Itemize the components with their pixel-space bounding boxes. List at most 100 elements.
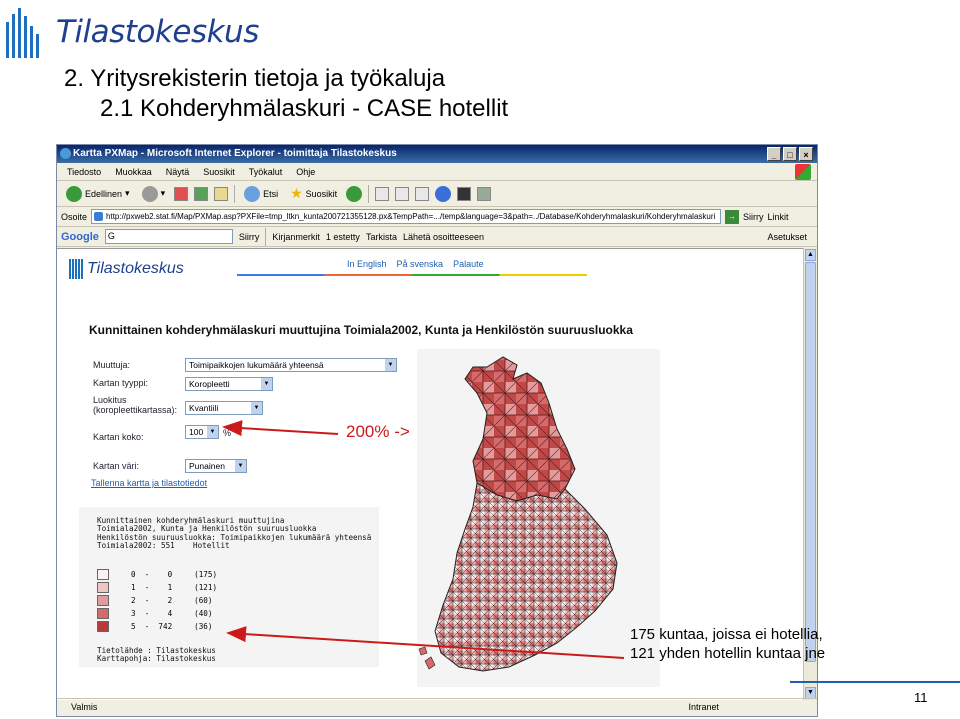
search-button[interactable]: Etsi (241, 184, 281, 204)
variable-select[interactable]: Toimipaikkojen lukumäärä yhteensä (185, 358, 397, 372)
language-links: In English På svenska Palaute (347, 259, 484, 269)
mail-icon[interactable] (375, 186, 390, 201)
legend-row: 2 - 2 (60) (79, 595, 212, 606)
legend-count: (60) (194, 596, 213, 605)
legend-swatch (97, 595, 109, 606)
messenger-icon[interactable] (435, 185, 452, 202)
go-icon[interactable]: → (725, 209, 740, 224)
favorites-button[interactable]: ★ Suosikit (287, 184, 340, 204)
legend-swatch (97, 569, 109, 580)
browser-toolbar: Edellinen ▾ ▾ Etsi ★ Suosikit (57, 181, 817, 207)
map-color-select[interactable]: Punainen (185, 459, 247, 473)
map-southern-finland (434, 482, 618, 672)
menu-item-file[interactable]: Tiedosto (67, 167, 101, 177)
google-bookmarks-button[interactable]: Kirjanmerkit (272, 232, 320, 242)
menu-item-tools[interactable]: Työkalut (249, 167, 283, 177)
map-color-label: Kartan väri: (93, 461, 140, 471)
stop-icon[interactable] (174, 186, 189, 201)
municipality-annotation-line2: 121 yhden hotellin kuntaa jne (630, 645, 826, 662)
address-label: Osoite (61, 211, 88, 222)
forward-button[interactable]: ▾ (139, 184, 169, 204)
forward-arrow-icon (141, 185, 158, 202)
save-map-link[interactable]: Tallenna kartta ja tilastotiedot (91, 478, 207, 488)
map-size-unit: % (223, 428, 232, 438)
spellcheck-button[interactable]: Tarkista (366, 232, 397, 242)
map-type-select[interactable]: Koropleetti (185, 377, 273, 391)
legend-row: 1 - 1 (121) (79, 582, 217, 593)
legend-range: 0 - 0 (131, 570, 173, 579)
slide-subtitle: 2.1 Kohderyhmälaskuri - CASE hotellit (100, 95, 509, 122)
google-search-input[interactable]: G (104, 229, 233, 244)
legend-range: 3 - 4 (131, 609, 173, 618)
map-northern-finland (464, 356, 576, 502)
municipality-annotation-line1: 175 kuntaa, joissa ei hotellia, (630, 626, 823, 643)
toolbar-separator (234, 184, 236, 203)
google-settings-button[interactable]: Asetukset (767, 232, 807, 242)
scroll-thumb[interactable] (805, 262, 816, 662)
send-to-button[interactable]: Lähetä osoitteeseen (403, 232, 484, 242)
research-icon[interactable] (457, 186, 472, 201)
go-button[interactable]: Siirry (743, 212, 764, 222)
legend-swatch (97, 621, 109, 632)
google-logo: Google (61, 230, 99, 243)
back-arrow-icon (66, 185, 82, 202)
brand-name: Tilastokeskus (56, 14, 259, 50)
menu-item-favorites[interactable]: Suosikit (203, 167, 235, 177)
finland-choropleth-map[interactable] (417, 349, 660, 687)
print-icon[interactable] (395, 186, 410, 201)
windows-flag-icon (795, 164, 811, 180)
edit-icon[interactable] (415, 186, 430, 201)
address-input[interactable]: http://pxweb2.stat.fi/Map/PXMap.asp?PXFi… (91, 209, 722, 224)
history-icon[interactable] (346, 185, 363, 202)
legend-range: 1 - 1 (131, 583, 173, 592)
page-heading: Kunnittainen kohderyhmälaskuri muuttujin… (89, 323, 633, 337)
scroll-up-icon[interactable]: ▲ (805, 249, 816, 261)
link-english[interactable]: In English (347, 259, 387, 269)
legend-count: (121) (194, 583, 218, 592)
maximize-button[interactable]: □ (783, 147, 797, 161)
window-title: Kartta PXMap - Microsoft Internet Explor… (73, 148, 397, 159)
map-size-select[interactable]: 100 (185, 425, 219, 439)
star-icon: ★ (290, 185, 303, 201)
refresh-icon[interactable] (194, 186, 209, 201)
link-feedback[interactable]: Palaute (453, 259, 484, 269)
toolbar-separator (368, 184, 370, 203)
legend-swatch (97, 608, 109, 619)
google-go-button[interactable]: Siirry (239, 232, 260, 242)
legend-range: 5 - 742 (131, 622, 173, 631)
footer-divider (790, 681, 960, 683)
classes-select[interactable]: Kvantiili (185, 401, 263, 415)
back-button[interactable]: Edellinen ▾ (63, 184, 133, 204)
tools-icon[interactable] (477, 186, 492, 201)
report-panel: Kunnittainen kohderyhmälaskuri muuttujin… (79, 507, 379, 667)
security-zone: Intranet (688, 702, 719, 712)
legend-count: (36) (194, 622, 213, 631)
variable-label: Muuttuja: (93, 360, 131, 370)
menu-bar: Tiedosto Muokkaa Näytä Suosikit Työkalut… (57, 163, 817, 181)
links-button[interactable]: Linkit (768, 212, 789, 222)
map-archipelago (418, 646, 436, 670)
site-logo[interactable]: Tilastokeskus (69, 259, 184, 279)
slide-title: 2. Yritysrekisterin tietoja ja työkaluja (64, 65, 446, 92)
color-divider (237, 274, 587, 276)
status-bar: Valmis Intranet (57, 698, 817, 716)
menu-item-help[interactable]: Ohje (296, 167, 315, 177)
tilastokeskus-logo-icon (6, 8, 39, 58)
map-type-label: Kartan tyyppi: (93, 378, 149, 388)
menu-item-edit[interactable]: Muokkaa (115, 167, 152, 177)
link-swedish[interactable]: På svenska (397, 259, 444, 269)
menu-item-view[interactable]: Näytä (166, 167, 190, 177)
page-number: 11 (914, 690, 928, 705)
legend-range: 2 - 2 (131, 596, 173, 605)
close-button[interactable]: × (799, 147, 813, 161)
legend-count: (175) (194, 570, 218, 579)
google-toolbar: Google G Siirry Kirjanmerkit 1 estetty T… (57, 227, 817, 247)
search-icon (244, 185, 261, 202)
home-icon[interactable] (214, 186, 229, 201)
popup-blocked-button[interactable]: 1 estetty (326, 232, 360, 242)
source-text: Tietolähde : Tilastokeskus Karttapohja: … (97, 646, 216, 664)
classes-label: Luokitus (koropleettikartassa): (93, 395, 178, 415)
municipality-annotation: 175 kuntaa, joissa ei hotellia, 121 yhde… (630, 625, 825, 663)
legend-row: 0 - 0 (175) (79, 569, 217, 580)
minimize-button[interactable]: _ (767, 147, 781, 161)
